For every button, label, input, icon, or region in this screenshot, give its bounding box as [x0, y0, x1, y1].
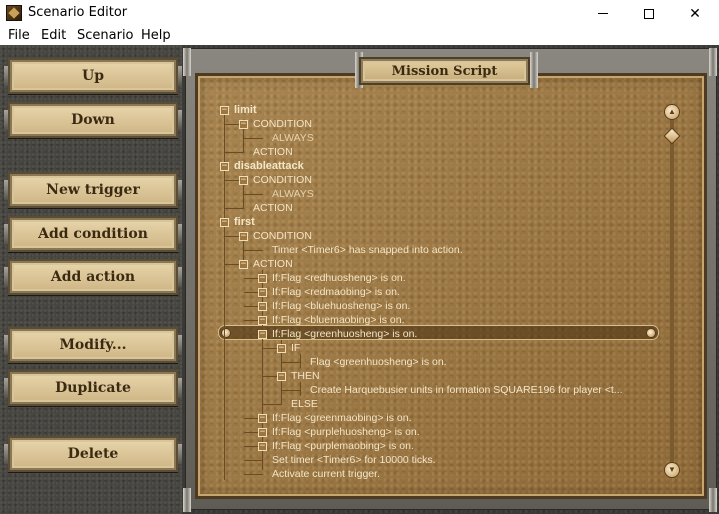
tree-node[interactable]: ALWAYS — [272, 132, 314, 144]
menu-scenario[interactable]: Scenario — [77, 28, 134, 43]
scroll-down-icon[interactable]: ▼ — [664, 462, 680, 478]
collapse-icon[interactable]: − — [258, 302, 267, 311]
maximize-icon — [644, 8, 654, 19]
tree-connector — [244, 460, 263, 461]
tree-node[interactable]: ACTION — [253, 146, 293, 158]
close-button[interactable]: ✕ — [672, 0, 718, 27]
collapse-icon[interactable]: − — [258, 330, 267, 339]
tree-connector — [244, 138, 263, 139]
collapse-icon[interactable]: − — [277, 372, 286, 381]
duplicate-button[interactable]: Duplicate — [4, 370, 182, 406]
tree-node[interactable]: Create Harquebusier units in formation S… — [310, 384, 623, 396]
tree-node[interactable]: THEN — [291, 370, 320, 382]
tree-node[interactable]: CONDITION — [253, 118, 312, 130]
frame-pillar — [183, 488, 191, 512]
collapse-icon[interactable]: − — [220, 162, 229, 171]
close-icon: ✕ — [689, 5, 701, 21]
tree-guide — [300, 382, 301, 396]
minimize-icon — [598, 13, 608, 14]
tree-connector — [225, 152, 244, 153]
tree-node[interactable]: If:Flag <purplemaobing> is on. — [272, 440, 414, 452]
menu-scenario-label: Scenario — [77, 28, 134, 43]
tree-connector — [244, 194, 263, 195]
down-button[interactable]: Down — [4, 102, 182, 138]
new-trigger-button[interactable]: New trigger — [4, 172, 182, 208]
selection-right-knob — [646, 328, 656, 338]
collapse-icon[interactable]: − — [258, 414, 267, 423]
menu-help[interactable]: Help — [141, 28, 171, 43]
tree-guide — [300, 354, 301, 368]
menu-help-label: Help — [141, 28, 171, 43]
tree-node[interactable]: ACTION — [253, 258, 293, 270]
tree-node[interactable]: Set timer <Timer6> for 10000 ticks. — [272, 454, 436, 466]
collapse-icon[interactable]: − — [220, 218, 229, 227]
trigger-name[interactable]: first — [234, 216, 255, 228]
collapse-icon[interactable]: − — [258, 316, 267, 325]
tree-node[interactable]: If:Flag <purplehuosheng> is on. — [272, 426, 420, 438]
left-button-panel: Up Down New trigger Add condition Add ac… — [0, 45, 182, 514]
collapse-icon[interactable]: − — [258, 274, 267, 283]
tree-node[interactable]: Activate current trigger. — [272, 468, 380, 480]
tree-node[interactable]: Timer <Timer6> has snapped into action. — [272, 244, 463, 256]
tree-node[interactable]: ACTION — [253, 202, 293, 214]
title-bar: Scenario Editor ✕ — [0, 0, 719, 27]
frame-pillar — [183, 48, 191, 76]
collapse-icon[interactable]: − — [239, 176, 248, 185]
tree-connector — [282, 390, 301, 391]
panel-title: Mission Script — [359, 57, 530, 85]
collapse-icon[interactable]: − — [239, 232, 248, 241]
tree-connector — [225, 208, 244, 209]
trigger-name[interactable]: limit — [234, 104, 257, 116]
collapse-icon[interactable]: − — [258, 288, 267, 297]
tree-connector — [244, 250, 263, 251]
tree-node[interactable]: If:Flag <bluehuosheng> is on. — [272, 300, 410, 312]
selection-left-knob — [221, 328, 231, 338]
vertical-scrollbar[interactable]: ▲ ▼ — [663, 104, 681, 478]
modify-button[interactable]: Modify... — [4, 327, 182, 363]
menu-edit[interactable]: Edit — [41, 28, 66, 43]
minimize-button[interactable] — [580, 0, 626, 27]
window-title: Scenario Editor — [28, 5, 128, 20]
tree-node[interactable]: ELSE — [291, 398, 318, 410]
menu-edit-label: Edit — [41, 28, 67, 43]
collapse-icon[interactable]: − — [277, 344, 286, 353]
plaque-pillar — [530, 52, 538, 88]
tree-node[interactable]: Flag <greenhuosheng> is on. — [310, 356, 447, 368]
menu-file-label: File — [8, 28, 30, 43]
tree-node[interactable]: CONDITION — [253, 230, 312, 242]
collapse-icon[interactable]: − — [239, 120, 248, 129]
trigger-name[interactable]: disableattack — [234, 160, 304, 172]
tree-node[interactable]: If:Flag <bluemaobing> is on. — [272, 314, 405, 326]
collapse-icon[interactable]: − — [258, 428, 267, 437]
tree-node[interactable]: CONDITION — [253, 174, 312, 186]
tree-node[interactable]: IF — [291, 342, 300, 354]
tree-connector — [244, 474, 263, 475]
up-button[interactable]: Up — [4, 58, 182, 94]
tree-guide — [262, 270, 263, 470]
maximize-button[interactable] — [626, 0, 672, 27]
scroll-rail — [670, 104, 674, 478]
tree-node[interactable]: If:Flag <redmaobing> is on. — [272, 286, 400, 298]
collapse-icon[interactable]: − — [258, 442, 267, 451]
tree-node[interactable]: If:Flag <greenmaobing> is on. — [272, 412, 412, 424]
delete-button[interactable]: Delete — [4, 436, 182, 472]
scroll-up-icon[interactable]: ▲ — [664, 104, 680, 120]
scroll-thumb[interactable] — [663, 127, 681, 145]
frame-pillar — [709, 488, 717, 512]
tree-connector — [263, 404, 282, 405]
add-condition-button[interactable]: Add condition — [4, 216, 182, 252]
tree-node[interactable]: ALWAYS — [272, 188, 314, 200]
collapse-icon[interactable]: − — [220, 106, 229, 115]
menu-bar: File Edit Scenario Help — [0, 27, 719, 45]
app-icon — [6, 5, 22, 21]
tree-node[interactable]: If:Flag <greenhuosheng> is on. — [272, 328, 417, 340]
menu-file[interactable]: File — [8, 28, 30, 43]
frame-pillar — [709, 48, 717, 76]
tree-node[interactable]: If:Flag <redhuosheng> is on. — [272, 272, 406, 284]
collapse-icon[interactable]: − — [239, 260, 248, 269]
add-action-button[interactable]: Add action — [4, 259, 182, 295]
tree-connector — [282, 362, 301, 363]
